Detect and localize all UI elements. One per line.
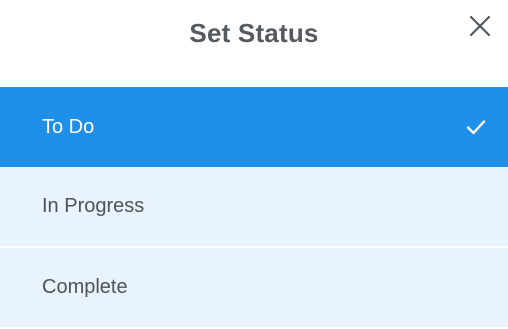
status-option-label: In Progress: [42, 195, 145, 217]
status-options-list: To Do In Progress Complete: [0, 87, 508, 327]
set-status-dialog: Set Status To Do In Progress Complete: [0, 0, 508, 329]
close-icon: [469, 15, 491, 37]
status-option-in-progress[interactable]: In Progress: [0, 167, 508, 248]
status-option-complete[interactable]: Complete: [0, 248, 508, 327]
status-option-to-do[interactable]: To Do: [0, 87, 508, 167]
status-option-label: To Do: [42, 115, 95, 138]
checkmark-icon: [464, 115, 488, 139]
dialog-header: Set Status: [0, 0, 508, 87]
dialog-title: Set Status: [189, 18, 319, 48]
status-option-label: Complete: [42, 276, 128, 298]
close-button[interactable]: [464, 10, 496, 42]
